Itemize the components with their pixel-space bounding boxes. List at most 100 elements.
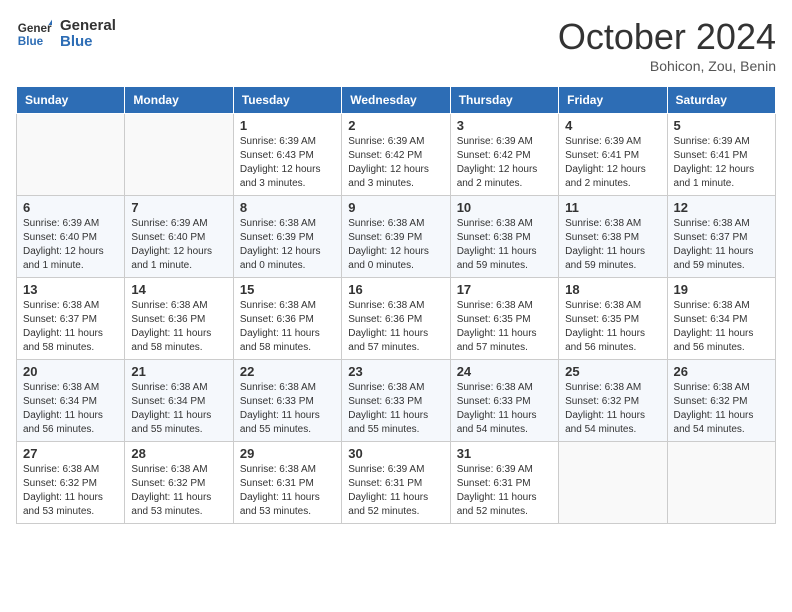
day-number: 25 (565, 364, 660, 379)
day-number: 28 (131, 446, 226, 461)
calendar-cell (667, 442, 775, 524)
day-number: 22 (240, 364, 335, 379)
calendar-cell: 12 Sunrise: 6:38 AM Sunset: 6:37 PM Dayli… (667, 196, 775, 278)
calendar-cell: 3Sunrise: 6:39 AM Sunset: 6:42 PM Daylig… (450, 114, 558, 196)
col-header-wednesday: Wednesday (342, 87, 450, 114)
calendar-cell: 5 Sunrise: 6:39 AM Sunset: 6:41 PM Daylig… (667, 114, 775, 196)
week-row-5: 27 Sunrise: 6:38 AM Sunset: 6:32 PM Dayli… (17, 442, 776, 524)
day-info: Sunrise: 6:39 AM Sunset: 6:40 PM Dayligh… (23, 217, 118, 273)
calendar-cell: 17 Sunrise: 6:38 AM Sunset: 6:35 PM Dayli… (450, 278, 558, 360)
day-number: 30 (348, 446, 443, 461)
day-number: 3 (457, 118, 552, 133)
day-info: Sunrise: 6:38 AM Sunset: 6:39 PM Dayligh… (240, 217, 335, 273)
calendar-cell: 21Sunrise: 6:38 AM Sunset: 6:34 PM Dayli… (125, 360, 233, 442)
day-info: Sunrise: 6:38 AM Sunset: 6:31 PM Dayligh… (240, 463, 335, 519)
day-info: Sunrise: 6:38 AM Sunset: 6:32 PM Dayligh… (131, 463, 226, 519)
calendar-cell (17, 114, 125, 196)
calendar-table: SundayMondayTuesdayWednesdayThursdayFrid… (16, 86, 776, 524)
day-number: 31 (457, 446, 552, 461)
calendar-cell: 16 Sunrise: 6:38 AM Sunset: 6:36 PM Dayli… (342, 278, 450, 360)
col-header-thursday: Thursday (450, 87, 558, 114)
day-info: Sunrise: 6:39 AM Sunset: 6:43 PM Dayligh… (240, 135, 335, 191)
day-number: 17 (457, 282, 552, 297)
day-number: 2 (348, 118, 443, 133)
week-row-3: 13 Sunrise: 6:38 AM Sunset: 6:37 PM Dayli… (17, 278, 776, 360)
day-number: 24 (457, 364, 552, 379)
day-info: Sunrise: 6:38 AM Sunset: 6:33 PM Dayligh… (457, 381, 552, 437)
calendar-cell: 14 Sunrise: 6:38 AM Sunset: 6:36 PM Dayli… (125, 278, 233, 360)
day-number: 18 (565, 282, 660, 297)
day-info: Sunrise: 6:38 AM Sunset: 6:38 PM Dayligh… (457, 217, 552, 273)
day-number: 14 (131, 282, 226, 297)
day-number: 21 (131, 364, 226, 379)
calendar-cell: 13 Sunrise: 6:38 AM Sunset: 6:37 PM Dayli… (17, 278, 125, 360)
day-info: Sunrise: 6:38 AM Sunset: 6:34 PM Dayligh… (23, 381, 118, 437)
calendar-cell: 7Sunrise: 6:39 AM Sunset: 6:40 PM Daylig… (125, 196, 233, 278)
calendar-header-row: SundayMondayTuesdayWednesdayThursdayFrid… (17, 87, 776, 114)
day-info: Sunrise: 6:39 AM Sunset: 6:41 PM Dayligh… (674, 135, 769, 191)
calendar-cell: 10Sunrise: 6:38 AM Sunset: 6:38 PM Dayli… (450, 196, 558, 278)
logo-icon: General Blue (16, 16, 52, 52)
calendar-cell: 4Sunrise: 6:39 AM Sunset: 6:41 PM Daylig… (559, 114, 667, 196)
calendar-cell: 28 Sunrise: 6:38 AM Sunset: 6:32 PM Dayli… (125, 442, 233, 524)
calendar-cell: 29Sunrise: 6:38 AM Sunset: 6:31 PM Dayli… (233, 442, 341, 524)
calendar-cell: 18 Sunrise: 6:38 AM Sunset: 6:35 PM Dayli… (559, 278, 667, 360)
calendar-cell: 30 Sunrise: 6:39 AM Sunset: 6:31 PM Dayli… (342, 442, 450, 524)
day-info: Sunrise: 6:38 AM Sunset: 6:37 PM Dayligh… (674, 217, 769, 273)
day-number: 7 (131, 200, 226, 215)
week-row-2: 6 Sunrise: 6:39 AM Sunset: 6:40 PM Daylig… (17, 196, 776, 278)
col-header-tuesday: Tuesday (233, 87, 341, 114)
calendar-cell: 9Sunrise: 6:38 AM Sunset: 6:39 PM Daylig… (342, 196, 450, 278)
day-number: 16 (348, 282, 443, 297)
day-info: Sunrise: 6:38 AM Sunset: 6:35 PM Dayligh… (565, 299, 660, 355)
day-info: Sunrise: 6:38 AM Sunset: 6:36 PM Dayligh… (348, 299, 443, 355)
day-number: 26 (674, 364, 769, 379)
logo: General Blue General Blue (16, 16, 116, 52)
calendar-cell: 2 Sunrise: 6:39 AM Sunset: 6:42 PM Daylig… (342, 114, 450, 196)
calendar-cell: 26 Sunrise: 6:38 AM Sunset: 6:32 PM Dayli… (667, 360, 775, 442)
day-number: 27 (23, 446, 118, 461)
svg-text:General: General (18, 22, 52, 35)
calendar-cell: 20 Sunrise: 6:38 AM Sunset: 6:34 PM Dayli… (17, 360, 125, 442)
day-info: Sunrise: 6:38 AM Sunset: 6:33 PM Dayligh… (240, 381, 335, 437)
location-subtitle: Bohicon, Zou, Benin (558, 58, 776, 74)
day-info: Sunrise: 6:38 AM Sunset: 6:36 PM Dayligh… (131, 299, 226, 355)
day-number: 6 (23, 200, 118, 215)
day-info: Sunrise: 6:38 AM Sunset: 6:35 PM Dayligh… (457, 299, 552, 355)
day-info: Sunrise: 6:38 AM Sunset: 6:33 PM Dayligh… (348, 381, 443, 437)
calendar-cell (559, 442, 667, 524)
day-info: Sunrise: 6:39 AM Sunset: 6:41 PM Dayligh… (565, 135, 660, 191)
week-row-1: 1 Sunrise: 6:39 AM Sunset: 6:43 PM Daylig… (17, 114, 776, 196)
calendar-cell: 1 Sunrise: 6:39 AM Sunset: 6:43 PM Daylig… (233, 114, 341, 196)
day-number: 19 (674, 282, 769, 297)
calendar-cell: 8Sunrise: 6:38 AM Sunset: 6:39 PM Daylig… (233, 196, 341, 278)
calendar-cell: 25Sunrise: 6:38 AM Sunset: 6:32 PM Dayli… (559, 360, 667, 442)
day-number: 1 (240, 118, 335, 133)
col-header-friday: Friday (559, 87, 667, 114)
calendar-cell: 15 Sunrise: 6:38 AM Sunset: 6:36 PM Dayli… (233, 278, 341, 360)
title-block: October 2024 Bohicon, Zou, Benin (558, 16, 776, 74)
day-info: Sunrise: 6:39 AM Sunset: 6:42 PM Dayligh… (348, 135, 443, 191)
day-info: Sunrise: 6:38 AM Sunset: 6:37 PM Dayligh… (23, 299, 118, 355)
calendar-cell: 24 Sunrise: 6:38 AM Sunset: 6:33 PM Dayli… (450, 360, 558, 442)
logo-blue-text: Blue (60, 34, 116, 51)
day-number: 5 (674, 118, 769, 133)
calendar-cell: 6 Sunrise: 6:39 AM Sunset: 6:40 PM Daylig… (17, 196, 125, 278)
week-row-4: 20 Sunrise: 6:38 AM Sunset: 6:34 PM Dayli… (17, 360, 776, 442)
day-number: 12 (674, 200, 769, 215)
day-number: 13 (23, 282, 118, 297)
svg-text:Blue: Blue (18, 35, 44, 48)
day-info: Sunrise: 6:38 AM Sunset: 6:32 PM Dayligh… (674, 381, 769, 437)
month-title: October 2024 (558, 16, 776, 58)
calendar-cell: 19 Sunrise: 6:38 AM Sunset: 6:34 PM Dayli… (667, 278, 775, 360)
col-header-saturday: Saturday (667, 87, 775, 114)
day-info: Sunrise: 6:39 AM Sunset: 6:31 PM Dayligh… (457, 463, 552, 519)
day-info: Sunrise: 6:38 AM Sunset: 6:34 PM Dayligh… (674, 299, 769, 355)
day-number: 15 (240, 282, 335, 297)
day-number: 9 (348, 200, 443, 215)
day-info: Sunrise: 6:38 AM Sunset: 6:36 PM Dayligh… (240, 299, 335, 355)
day-info: Sunrise: 6:39 AM Sunset: 6:31 PM Dayligh… (348, 463, 443, 519)
col-header-sunday: Sunday (17, 87, 125, 114)
day-number: 11 (565, 200, 660, 215)
day-number: 20 (23, 364, 118, 379)
